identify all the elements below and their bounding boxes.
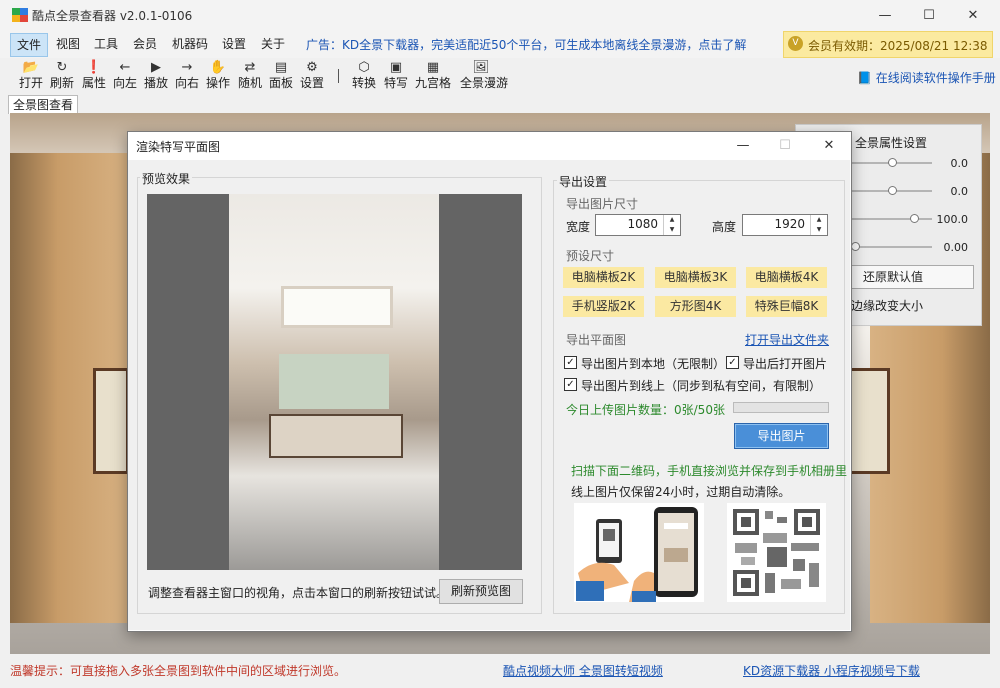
dialog-minimize-button[interactable]: —	[720, 131, 766, 159]
property-value: 100.0	[936, 213, 969, 226]
status-tip: 温馨提示：可直接拖入多张全景图到软件中间的区域进行浏览。	[10, 664, 347, 678]
slider-knob[interactable]	[888, 186, 897, 195]
arrow-left-icon: ←	[119, 60, 131, 75]
panel-icon: ▤	[274, 60, 288, 75]
property-value: 0.0	[950, 185, 969, 198]
toolbar-separator	[338, 69, 339, 83]
width-label: 宽度	[566, 220, 591, 234]
preset-button[interactable]: 手机竖版2K	[563, 296, 644, 317]
cube-icon: ⬡	[358, 60, 370, 75]
height-input[interactable]: 1920 ▲ ▼	[742, 214, 828, 236]
preview-image	[229, 194, 439, 570]
open-after-export-label: 导出后打开图片	[743, 357, 828, 371]
preset-button[interactable]: 电脑横板2K	[563, 267, 644, 288]
slider-knob[interactable]	[851, 242, 860, 251]
qr-code	[727, 503, 826, 602]
tab-panorama-view[interactable]: 全景图查看	[8, 95, 79, 114]
wall-painting	[848, 368, 890, 474]
image-icon: ▣	[389, 60, 403, 75]
preset-button[interactable]: 电脑横板4K	[746, 267, 827, 288]
ceiling-light	[281, 286, 393, 328]
member-expiry: 会员有效期：2025/08/21 12:38	[808, 39, 988, 53]
open-after-export-checkbox[interactable]: ✓	[726, 356, 739, 369]
window-title: 酷点全景查看器 v2.0.1-0106	[32, 9, 193, 23]
settings-button[interactable]: ⚙ 设置	[297, 60, 327, 91]
phone-scan-illustration	[574, 503, 704, 602]
refresh-preview-button[interactable]: 刷新预览图	[439, 579, 523, 604]
property-value: 0.0	[950, 157, 969, 170]
pano-tour-button[interactable]: 🖼 全景漫游	[460, 60, 508, 91]
edge-resize-label: 边缘改变大小	[851, 299, 924, 313]
preview-hint: 调整查看器主窗口的视角，点击本窗口的刷新按钮试试。	[148, 586, 449, 600]
book-icon: 📘	[857, 71, 876, 85]
menu-about[interactable]: 关于	[255, 33, 291, 55]
preset-button[interactable]: 电脑横板3K	[655, 267, 736, 288]
export-online-checkbox[interactable]: ✓	[564, 378, 577, 391]
play-icon: ▶	[151, 60, 161, 75]
spin-arrows-icon[interactable]: ▲ ▼	[810, 215, 827, 235]
export-group-label: 导出设置	[557, 173, 610, 190]
gear-icon: ⚙	[306, 60, 318, 75]
grid-button[interactable]: ▦ 九宫格	[415, 60, 451, 91]
minimize-button[interactable]: —	[862, 0, 908, 30]
landscape-painting	[279, 354, 389, 409]
dialog-close-button[interactable]: ✕	[806, 131, 852, 159]
hand-icon: ✋	[209, 60, 227, 75]
menu-tools[interactable]: 工具	[88, 33, 124, 55]
preset-button[interactable]: 方形图4K	[655, 296, 736, 317]
menu-member[interactable]: 会员	[127, 33, 163, 55]
slider-knob[interactable]	[910, 214, 919, 223]
export-local-checkbox[interactable]: ✓	[564, 356, 577, 369]
slider[interactable]	[842, 190, 932, 192]
export-size-label: 导出图片尺寸	[566, 197, 639, 211]
closeup-button[interactable]: ▣ 特写	[381, 60, 411, 91]
export-online-label: 导出图片到线上（同步到私有空间，有限制）	[581, 379, 822, 393]
dialog-maximize-button: ☐	[779, 137, 791, 153]
online-manual-link[interactable]: 📘 在线阅读软件操作手册	[857, 69, 996, 86]
slider-knob[interactable]	[888, 158, 897, 167]
wall-painting	[93, 368, 129, 474]
menu-view[interactable]: 视图	[50, 33, 86, 55]
grid-icon: ▦	[426, 60, 440, 75]
export-image-button[interactable]: 导出图片	[734, 423, 829, 449]
ad-link[interactable]: 广告：KD全景下载器，完美适配近50个平台，可生成本地离线全景漫游，点击了解	[306, 36, 746, 53]
preview-group-label: 预览效果	[140, 170, 193, 187]
height-label: 高度	[712, 220, 737, 234]
menu-settings[interactable]: 设置	[216, 33, 252, 55]
dialog-title: 渲染特写平面图	[136, 140, 221, 154]
properties-title: 全景属性设置	[855, 136, 928, 150]
retention-tip: 线上图片仅保留24小时，过期自动清除。	[571, 485, 791, 499]
upload-count: 今日上传图片数量：0张/50张	[566, 403, 725, 417]
export-plane-label: 导出平面图	[566, 333, 627, 347]
close-button[interactable]: ✕	[950, 0, 996, 30]
info-icon: ❗	[85, 60, 103, 75]
property-value: 0.00	[943, 241, 969, 254]
qr-tip: 扫描下面二维码，手机直接浏览并保存到手机相册里	[571, 464, 848, 478]
app-logo-icon	[12, 8, 28, 22]
open-export-folder-link[interactable]: 打开导出文件夹	[745, 331, 829, 348]
folder-icon: 📂	[22, 60, 40, 75]
preset-button[interactable]: 特殊巨幅8K	[746, 296, 827, 317]
table	[269, 414, 403, 458]
resource-downloader-link[interactable]: KD资源下载器 小程序视频号下载	[743, 662, 920, 679]
shuffle-icon: ⇄	[244, 60, 256, 75]
menu-machine-code[interactable]: 机器码	[166, 33, 214, 55]
preset-label: 预设尺寸	[566, 249, 615, 263]
maximize-button[interactable]: ☐	[906, 0, 952, 30]
video-master-link[interactable]: 酷点视频大师 全景图转短视频	[503, 662, 663, 679]
vip-icon: V	[788, 36, 803, 51]
arrow-right-icon: →	[181, 60, 193, 75]
refresh-icon: ↻	[56, 60, 68, 75]
width-input[interactable]: 1080 ▲ ▼	[595, 214, 681, 236]
export-local-label: 导出图片到本地（无限制）	[581, 357, 726, 371]
spin-arrows-icon[interactable]: ▲ ▼	[663, 215, 680, 235]
panorama-icon: 🖼	[472, 60, 490, 75]
slider[interactable]	[842, 162, 932, 164]
upload-progress-bar	[733, 402, 829, 413]
menu-file[interactable]: 文件	[10, 33, 49, 57]
